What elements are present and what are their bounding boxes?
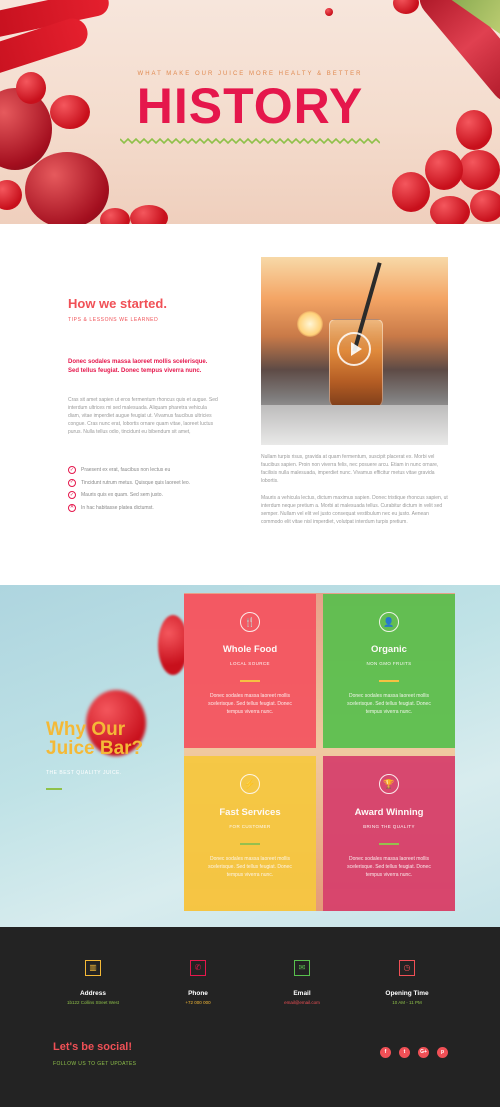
phone-icon: ✆ — [190, 960, 206, 976]
strawberry-image — [425, 150, 463, 190]
user-icon: 👤 — [379, 612, 399, 632]
lightning-icon: ⚡ — [240, 774, 260, 794]
card-title: Award Winning — [354, 807, 424, 818]
card-divider — [379, 843, 399, 845]
info-title: Opening Time — [385, 990, 429, 997]
body-paragraph: Cras sit amet sapien ut eros fermentum r… — [68, 397, 218, 435]
list-item: ✓ Tincidunt rutrum metus. Quisque quis la… — [68, 477, 190, 490]
feature-list: ✓ Praesent ex erat, faucibus non lectus e… — [68, 464, 190, 514]
strawberry-image — [130, 205, 168, 224]
card-description: Donec sodales massa laoreet mollis scele… — [208, 693, 292, 715]
section-tagline: TIPS & LESSONS WE LEARNED — [68, 317, 159, 323]
card-subtitle: LOCAL SOURCE — [230, 661, 270, 666]
list-item: ✓ Praesent ex erat, faucibus non lectus e… — [68, 464, 190, 477]
feature-card-whole-food: 🍴 Whole Food LOCAL SOURCE Donec sodales … — [184, 594, 316, 748]
accent-divider — [46, 788, 62, 790]
check-icon: ✓ — [68, 478, 76, 487]
strawberry-image — [325, 8, 333, 16]
list-item: ✕ In hac habitasse platea dictumst. — [68, 502, 190, 515]
cross-icon: ✕ — [68, 503, 76, 512]
page-title: HISTORY — [136, 78, 364, 134]
body-paragraph: Nullam turpis risus, gravida at quam fer… — [261, 454, 439, 484]
info-value[interactable]: +72 000 000 — [143, 1000, 253, 1005]
fork-knife-icon: 🍴 — [240, 612, 260, 632]
footer: ▥ Address 1b122 Collins Street West ✆ Ph… — [0, 927, 500, 1107]
info-value[interactable]: email@email.com — [247, 1000, 357, 1005]
list-item-text: Tincidunt rutrum metus. Quisque quis lao… — [81, 479, 191, 486]
card-description: Donec sodales massa laoreet mollis scele… — [208, 856, 292, 878]
card-description: Donec sodales massa laoreet mollis scele… — [347, 856, 431, 878]
check-icon: ✓ — [68, 491, 76, 500]
sun-image — [297, 311, 323, 337]
trophy-icon: 🏆 — [379, 774, 399, 794]
phone-block: ✆ Phone +72 000 000 — [143, 960, 253, 1010]
info-title: Phone — [188, 990, 208, 997]
mail-icon: ✉ — [294, 960, 310, 976]
social-title: Let's be social! — [53, 1041, 133, 1053]
feature-card-award-winning: 🏆 Award Winning BRING THE QUALITY Donec … — [323, 756, 455, 911]
body-paragraph: Mauris a vehicula lectus, dictum maximus… — [261, 495, 448, 525]
card-title: Organic — [371, 644, 407, 655]
story-section: How we started. TIPS & LESSONS WE LEARNE… — [0, 224, 500, 585]
pinterest-icon[interactable]: p — [437, 1047, 448, 1058]
card-title: Fast Services — [219, 807, 281, 818]
why-title: Why Our Juice Bar? — [46, 719, 144, 759]
card-divider — [240, 680, 260, 682]
zigzag-divider — [120, 137, 380, 145]
card-subtitle: FOR CUSTOMER — [229, 824, 271, 829]
section-title: How we started. — [68, 296, 167, 311]
play-button[interactable] — [337, 332, 371, 366]
hero-banner: WHAT MAKE OUR JUICE MORE HEALTY & BETTER… — [0, 0, 500, 224]
card-title: Whole Food — [222, 644, 278, 655]
feature-card-organic: 👤 Organic NON GMO FRUITS Donec sodales m… — [323, 594, 455, 748]
building-icon: ▥ — [85, 960, 101, 976]
address-block: ▥ Address 1b122 Collins Street West — [38, 960, 148, 1010]
twitter-icon[interactable]: t — [399, 1047, 410, 1058]
strawberry-image — [458, 150, 500, 190]
info-title: Address — [79, 990, 106, 997]
play-icon — [350, 342, 362, 356]
hero-subtitle: WHAT MAKE OUR JUICE MORE HEALTY & BETTER — [137, 71, 363, 77]
list-item: ✓ Mauris quis ex quam. Sed sem justo. — [68, 489, 190, 502]
google-plus-icon[interactable]: G+ — [418, 1047, 429, 1058]
card-description: Donec sodales massa laoreet mollis scele… — [347, 693, 431, 715]
opening-time-block: ◷ Opening Time 10 AM - 11 PM — [352, 960, 462, 1010]
strawberry-image — [392, 172, 430, 212]
facebook-icon[interactable]: f — [380, 1047, 391, 1058]
strawberry-image — [393, 0, 419, 14]
list-item-text: Mauris quis ex quam. Sed sem justo. — [81, 492, 163, 499]
card-subtitle: NON GMO FRUITS — [366, 661, 412, 666]
email-block: ✉ Email email@email.com — [247, 960, 357, 1010]
card-subtitle: BRING THE QUALITY — [363, 824, 415, 829]
strawberry-image — [470, 190, 500, 222]
table-image — [261, 405, 448, 445]
apple-image — [25, 152, 109, 224]
strawberry-image — [100, 208, 130, 224]
list-item-text: Praesent ex erat, faucibus non lectus eu — [81, 467, 171, 474]
strawberry-image — [0, 180, 22, 210]
social-subtitle: FOLLOW US TO GET UPDATES — [53, 1061, 137, 1067]
info-title: Email — [293, 990, 311, 997]
why-subtitle: THE BEST QUALITY JUICE. — [46, 770, 122, 776]
clock-icon: ◷ — [399, 960, 415, 976]
info-value: 10 AM - 11 PM — [392, 1000, 422, 1005]
feature-card-fast-services: ⚡ Fast Services FOR CUSTOMER Donec sodal… — [184, 756, 316, 911]
info-value: 1b122 Collins Street West — [67, 1000, 119, 1005]
why-section: Why Our Juice Bar? THE BEST QUALITY JUIC… — [0, 585, 500, 927]
lead-paragraph: Donec sodales massa laoreet mollis scele… — [68, 359, 208, 374]
check-icon: ✓ — [68, 466, 76, 475]
card-divider — [240, 843, 260, 845]
list-item-text: In hac habitasse platea dictumst. — [81, 504, 154, 511]
strawberry-image — [430, 196, 470, 224]
card-divider — [379, 680, 399, 682]
video-thumbnail[interactable] — [261, 257, 448, 445]
